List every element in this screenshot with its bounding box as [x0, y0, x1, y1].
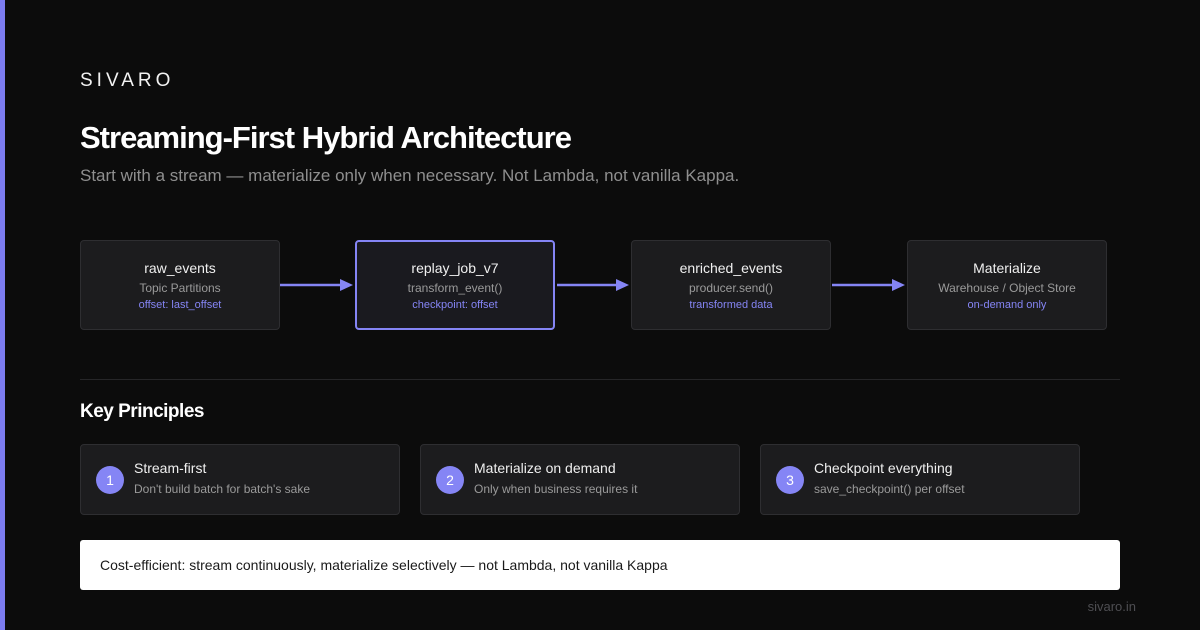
principle-title: Materialize on demand — [474, 460, 616, 476]
pipeline-node-raw-events: raw_events Topic Partitions offset: last… — [80, 240, 280, 330]
pipeline-node-materialize: Materialize Warehouse / Object Store on-… — [907, 240, 1107, 330]
node-subtitle: Topic Partitions — [139, 280, 221, 295]
node-note: on-demand only — [967, 298, 1047, 311]
principle-card-stream-first: 1 Stream-first Don't build batch for bat… — [80, 444, 400, 515]
node-title: enriched_events — [679, 259, 783, 276]
section-divider — [80, 379, 1120, 380]
node-title: raw_events — [144, 259, 216, 276]
brand-logo: SIVARO — [80, 70, 175, 91]
accent-bar — [0, 0, 5, 630]
node-note: offset: last_offset — [138, 298, 222, 311]
page-subtitle: Start with a stream — materialize only w… — [80, 166, 740, 185]
number-badge: 2 — [436, 466, 464, 494]
node-subtitle: transform_event() — [407, 280, 503, 295]
principle-description: save_checkpoint() per offset — [814, 482, 965, 496]
node-note: transformed data — [689, 298, 773, 311]
pipeline-node-replay-job: replay_job_v7 transform_event() checkpoi… — [355, 240, 555, 330]
principle-card-materialize: 2 Materialize on demand Only when busine… — [420, 444, 740, 515]
node-subtitle: producer.send() — [688, 280, 774, 295]
principle-card-checkpoint: 3 Checkpoint everything save_checkpoint(… — [760, 444, 1080, 515]
number-badge: 1 — [96, 466, 124, 494]
number-badge: 3 — [776, 466, 804, 494]
pipeline-node-enriched-events: enriched_events producer.send() transfor… — [631, 240, 831, 330]
principle-description: Only when business requires it — [474, 482, 638, 496]
arrow-2-head — [616, 279, 629, 291]
node-title: replay_job_v7 — [411, 259, 499, 276]
footer-url[interactable]: sivaro.in — [1088, 599, 1136, 614]
principle-title: Checkpoint everything — [814, 460, 953, 476]
principle-description: Don't build batch for batch's sake — [134, 482, 311, 496]
arrow-1-head — [340, 279, 353, 291]
principles-heading: Key Principles — [80, 401, 204, 422]
arrow-3-head — [892, 279, 905, 291]
page-title: Streaming-First Hybrid Architecture — [80, 120, 572, 155]
node-title: Materialize — [973, 259, 1041, 276]
summary-callout: Cost-efficient: stream continuously, mat… — [80, 540, 1120, 590]
principle-title: Stream-first — [134, 460, 207, 476]
node-note: checkpoint: offset — [412, 298, 498, 311]
node-subtitle: Warehouse / Object Store — [938, 280, 1076, 295]
